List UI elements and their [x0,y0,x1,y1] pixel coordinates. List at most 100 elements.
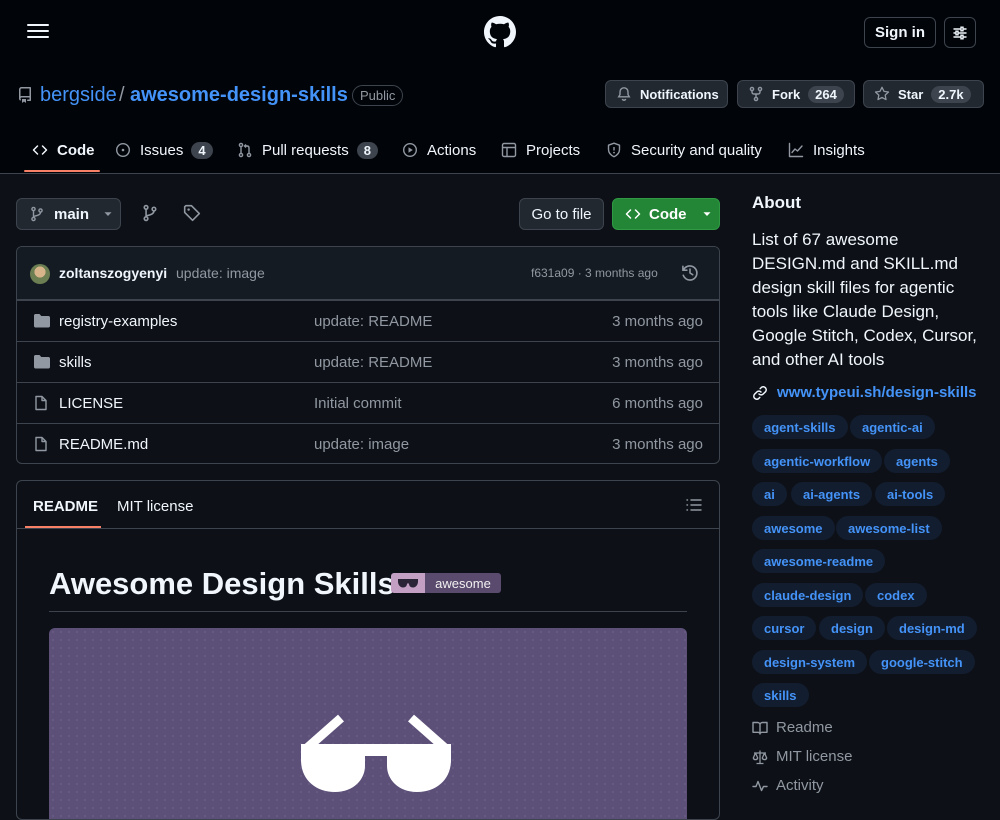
github-logo-icon[interactable] [484,16,516,48]
activity-link-label: Activity [776,777,824,794]
pulse-icon [752,778,768,794]
topic-tag[interactable]: google-stitch [869,650,975,674]
tab-code-label: Code [57,141,95,159]
file-name-link[interactable]: registry-examples [59,313,177,330]
branch-icon [29,206,45,222]
repo-icon [17,87,33,103]
fork-icon [748,86,764,102]
file-browser: zoltanszogyenyi update: image f631a09 · … [16,246,720,464]
readme-tab-bar: README MIT license [17,481,719,529]
file-commit-message[interactable]: update: README [314,313,432,330]
topic-tag[interactable]: agentic-workflow [752,449,883,473]
about-description: List of 67 awesome DESIGN.md and SKILL.m… [752,230,977,369]
graph-icon [788,142,804,158]
tab-issues[interactable]: Issues 4 [115,134,213,166]
topic-tag[interactable]: claude-design [752,583,864,607]
file-name-link[interactable]: LICENSE [59,395,123,412]
issue-icon [115,142,131,158]
topic-tag[interactable]: agent-skills [752,415,848,439]
topic-tag[interactable]: design [819,616,885,640]
tab-actions-label: Actions [427,141,477,159]
book-icon [752,720,768,736]
file-commit-message[interactable]: update: README [314,354,432,371]
file-name-link[interactable]: skills [59,354,92,371]
file-commit-date: 3 months ago [612,313,703,330]
branch-name: main [54,205,90,223]
topic-tag[interactable]: ai [752,482,787,506]
file-name-link[interactable]: README.md [59,436,148,453]
pull-requests-count: 8 [356,141,378,159]
tab-readme[interactable]: README [33,498,98,515]
topic-tag[interactable]: awesome-readme [752,549,886,573]
link-icon [752,385,768,401]
go-to-file-button[interactable]: Go to file [519,198,604,230]
branch-selector-button[interactable]: main [16,198,121,230]
topic-tag[interactable]: ai-tools [875,482,946,506]
fork-count: 264 [808,85,844,103]
file-row[interactable]: registry-examples update: README 3 month… [17,300,719,341]
license-link[interactable]: MIT license [752,748,852,765]
avatar[interactable] [30,264,50,284]
topic-tag[interactable]: ai-agents [791,482,873,506]
commit-author-link[interactable]: zoltanszogyenyi [59,265,167,281]
tab-security[interactable]: Security and quality [606,134,762,166]
bell-icon [616,86,632,102]
homepage-link[interactable]: www.typeui.sh/design-skills [752,384,977,401]
tab-projects[interactable]: Projects [501,134,580,166]
file-icon [33,395,49,411]
notifications-button[interactable]: Notifications [605,80,728,108]
tab-actions[interactable]: Actions [402,134,476,166]
code-icon [32,142,48,158]
repo-path-separator: / [119,84,125,106]
topic-tag[interactable]: design-md [887,616,977,640]
repo-name-link[interactable]: awesome-design-skills [130,84,348,107]
tab-code[interactable]: Code [32,134,95,166]
tab-mit-license[interactable]: MIT license [117,498,193,515]
code-dropdown-button[interactable]: Code [612,198,720,230]
file-row[interactable]: LICENSE Initial commit 6 months ago [17,382,719,423]
tab-pull-requests[interactable]: Pull requests 8 [237,134,378,166]
top-bar: Sign in [0,0,1000,64]
folder-icon [33,354,51,370]
about-heading: About [752,193,802,212]
repo-owner-link[interactable]: bergside [40,84,117,107]
readme-link-label: Readme [776,719,833,736]
commit-meta[interactable]: f631a09 · 3 months ago [531,266,658,280]
file-row[interactable]: README.md update: image 3 months ago [17,423,719,463]
topic-tag[interactable]: design-system [752,650,868,674]
commit-message-link[interactable]: update: image [176,265,265,281]
readme-panel: README MIT license Awesome Design Skills… [16,480,720,820]
topic-tag[interactable]: codex [865,583,927,607]
history-icon[interactable] [681,264,699,282]
issues-count: 4 [191,141,213,159]
readme-link[interactable]: Readme [752,719,833,736]
fork-button[interactable]: Fork 264 [737,80,855,108]
file-row[interactable]: skills update: README 3 months ago [17,341,719,382]
hamburger-menu-icon[interactable] [24,20,54,44]
sign-in-button[interactable]: Sign in [864,17,936,48]
file-commit-date: 3 months ago [612,436,703,453]
topic-tag[interactable]: cursor [752,616,817,640]
topic-tag[interactable]: agentic-ai [850,415,935,439]
star-button[interactable]: Star 2.7k [863,80,984,108]
play-circle-icon [402,142,418,158]
tag-icon[interactable] [183,204,203,224]
topic-tag[interactable]: skills [752,683,809,707]
sunglasses-icon [301,714,451,794]
latest-commit-bar: zoltanszogyenyi update: image f631a09 · … [17,247,719,300]
topic-tag[interactable]: agents [884,449,950,473]
topic-tag[interactable]: awesome [752,516,835,540]
homepage-url: www.typeui.sh/design-skills [777,384,977,401]
file-commit-message[interactable]: update: image [314,436,409,453]
list-icon[interactable] [685,497,703,513]
adjustments-button[interactable] [944,17,976,48]
file-commit-message[interactable]: Initial commit [314,395,402,412]
star-label: Star [898,86,924,102]
tab-insights[interactable]: Insights [788,134,865,166]
code-icon [625,206,641,222]
branches-icon[interactable] [141,204,161,224]
activity-link[interactable]: Activity [752,777,824,794]
topic-tag[interactable]: awesome-list [836,516,942,540]
license-link-label: MIT license [776,748,853,765]
awesome-badge[interactable]: awesome [391,573,501,593]
